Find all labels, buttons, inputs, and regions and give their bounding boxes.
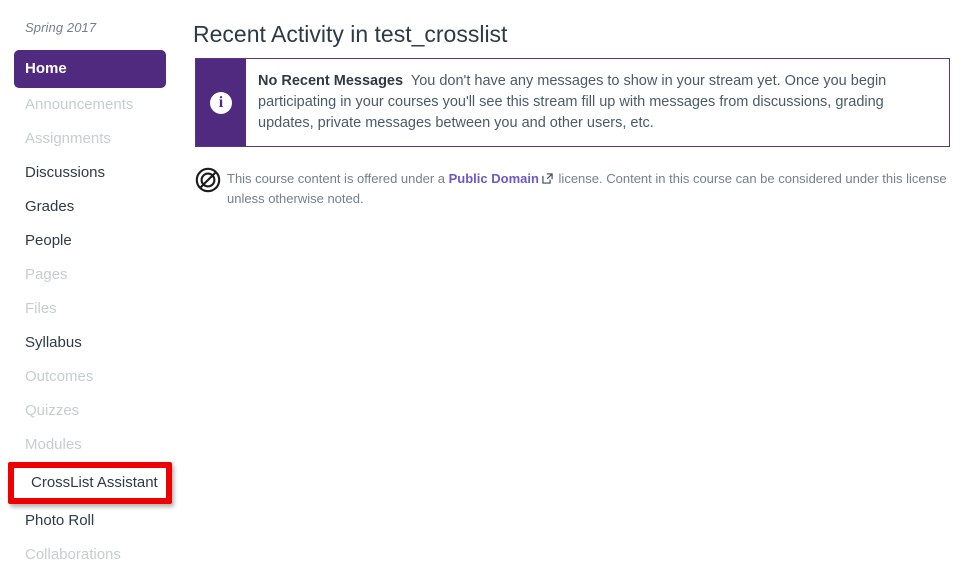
license-text: This course content is offered under a P… <box>227 166 950 208</box>
public-domain-link[interactable]: Public Domain <box>449 171 539 186</box>
license-notice: This course content is offered under a P… <box>195 166 950 208</box>
term-label: Spring 2017 <box>25 20 97 35</box>
sidebar-item-announcements[interactable]: Announcements <box>14 88 166 122</box>
sidebar-item-crosslist-assistant[interactable]: CrossList Assistant <box>8 462 172 504</box>
sidebar-item-pages[interactable]: Pages <box>14 258 166 292</box>
alert-heading: No Recent Messages <box>258 73 404 89</box>
info-icon: i <box>210 91 232 114</box>
sidebar-item-people[interactable]: People <box>14 224 166 258</box>
sidebar-item-syllabus[interactable]: Syllabus <box>14 326 166 360</box>
external-link-icon <box>542 170 553 189</box>
sidebar-item-files[interactable]: Files <box>14 292 166 326</box>
sidebar-item-modules[interactable]: Modules <box>14 428 166 462</box>
sidebar-item-outcomes[interactable]: Outcomes <box>14 360 166 394</box>
public-domain-icon <box>195 166 227 198</box>
sidebar-item-discussions[interactable]: Discussions <box>14 156 166 190</box>
course-nav-list: Home Announcements Assignments Discussions G… <box>0 50 180 566</box>
main-content: Recent Activity in test_crosslist i No R… <box>193 0 969 566</box>
sidebar-item-quizzes[interactable]: Quizzes <box>14 394 166 428</box>
sidebar-item-grades[interactable]: Grades <box>14 190 166 224</box>
course-home-page: Spring 2017 Home Announcements Assignments… <box>0 0 969 566</box>
alert-icon-band: i <box>196 59 246 146</box>
no-recent-messages-alert: i No Recent Messages You don't have any … <box>195 58 950 147</box>
sidebar-item-photo-roll[interactable]: Photo Roll <box>14 504 166 538</box>
license-text-before: This course content is offered under a <box>227 171 445 186</box>
sidebar-item-assignments[interactable]: Assignments <box>14 122 166 156</box>
course-navigation-sidebar: Spring 2017 Home Announcements Assignments… <box>0 0 180 566</box>
alert-body: No Recent Messages You don't have any me… <box>246 59 949 146</box>
sidebar-item-collaborations[interactable]: Collaborations <box>14 538 166 566</box>
sidebar-item-home[interactable]: Home <box>14 50 166 88</box>
page-title: Recent Activity in test_crosslist <box>193 21 508 47</box>
